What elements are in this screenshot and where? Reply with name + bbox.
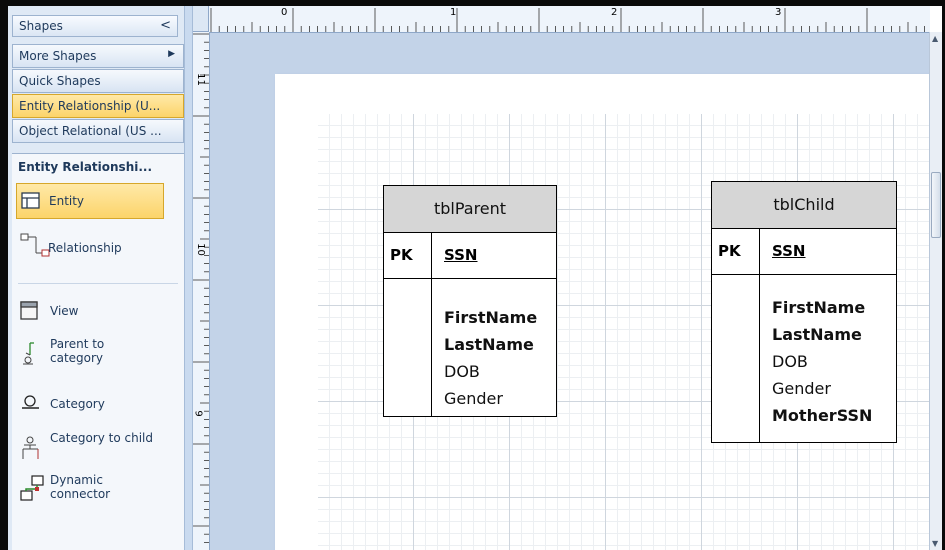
attribute: DOB	[444, 362, 480, 381]
stencil-more-shapes[interactable]: More Shapes ▶	[12, 44, 184, 68]
stencil-shapes-area: Entity Relationship View Parent to categ…	[12, 179, 184, 550]
visio-window: Shapes < More Shapes ▶ Quick Shapes Enti…	[0, 0, 945, 550]
entity-title: tblChild	[712, 182, 896, 229]
window-frame-left	[0, 0, 8, 550]
shapes-pane-header[interactable]: Shapes <	[12, 15, 178, 37]
shape-parent-to-category[interactable]: Parent to category	[16, 335, 164, 371]
attribute: MotherSSN	[772, 406, 873, 425]
attribute: LastName	[772, 325, 862, 344]
shape-label: Category	[50, 397, 105, 411]
shapes-pane: Shapes < More Shapes ▶ Quick Shapes Enti…	[8, 6, 185, 550]
attribute: LastName	[444, 335, 534, 354]
category-to-child-icon	[22, 436, 39, 459]
stencil-entity-relationship[interactable]: Entity Relationship (U...	[12, 94, 184, 118]
entity-attributes: FirstName LastName DOB Gender MotherSSN	[772, 294, 872, 429]
entity-pk-row: PK SSN	[384, 232, 556, 279]
entity-divider	[759, 228, 760, 442]
stencil-label: Entity Relationship (U...	[19, 99, 161, 113]
vertical-ruler[interactable]: 11 10 9	[193, 32, 210, 550]
ruler-label: 10	[194, 243, 206, 256]
dynamic-connector-icon	[20, 475, 44, 501]
stencil-label: Quick Shapes	[19, 74, 101, 88]
shape-label: View	[50, 304, 79, 318]
shape-view[interactable]: View	[16, 299, 164, 325]
attribute: Gender	[772, 379, 831, 398]
active-stencil-title-text: Entity Relationshi...	[18, 160, 153, 174]
submenu-arrow-icon: ▶	[168, 49, 175, 59]
stencil-label: Object Relational (US ...	[19, 124, 162, 138]
ruler-origin[interactable]	[193, 6, 209, 32]
shape-dynamic-connector[interactable]: Dynamic connector	[16, 471, 164, 507]
scrollbar-thumb[interactable]	[931, 172, 941, 238]
vertical-scrollbar[interactable]: ▲ ▼	[929, 32, 942, 550]
shape-relationship[interactable]: Relationship	[16, 231, 164, 267]
stencil-quick-shapes[interactable]: Quick Shapes	[12, 69, 184, 93]
entity-icon	[21, 192, 40, 209]
scroll-up-icon[interactable]: ▲	[932, 34, 938, 43]
attribute: Gender	[444, 389, 503, 408]
shape-label: Parent to category	[50, 337, 105, 365]
entity-attributes: FirstName LastName DOB Gender	[444, 304, 537, 412]
scroll-down-icon[interactable]: ▼	[932, 539, 938, 548]
ruler-label: 3	[775, 7, 782, 18]
entity-divider	[431, 232, 432, 416]
entity-tblchild[interactable]: tblChild PK SSN FirstName LastName DOB G…	[711, 181, 897, 443]
drawing-page[interactable]: tblParent PK SSN FirstName LastName DOB …	[275, 74, 929, 550]
parent-to-category-icon	[23, 342, 34, 365]
drawing-canvas[interactable]: tblParent PK SSN FirstName LastName DOB …	[210, 33, 929, 550]
pk-label: PK	[390, 246, 413, 264]
shapes-pane-title: Shapes	[19, 19, 63, 33]
shape-label: Dynamic connector	[50, 473, 111, 501]
ruler-label: 0	[281, 7, 288, 18]
shape-label: Category to child	[50, 431, 153, 445]
ruler-label: 11	[194, 73, 206, 86]
category-icon	[22, 395, 39, 409]
ruler-label: 9	[193, 410, 204, 417]
shapes-separator	[18, 283, 178, 284]
attribute: DOB	[772, 352, 808, 371]
horizontal-ruler[interactable]: 0 1 2 3	[209, 6, 930, 33]
vertical-ruler-ticks	[193, 33, 209, 543]
pk-field: SSN	[772, 242, 806, 260]
pk-field: SSN	[444, 246, 478, 264]
attribute: FirstName	[772, 298, 866, 317]
shape-entity[interactable]: Entity	[16, 183, 164, 219]
pk-label: PK	[718, 242, 741, 260]
collapse-pane-icon[interactable]: <	[160, 18, 171, 33]
pane-splitter[interactable]	[184, 6, 193, 550]
entity-tblparent[interactable]: tblParent PK SSN FirstName LastName DOB …	[383, 185, 557, 417]
attribute: FirstName	[444, 308, 538, 327]
stencil-label: More Shapes	[19, 49, 97, 63]
entity-title: tblParent	[384, 186, 556, 233]
shape-category-to-child[interactable]: Category to child	[16, 429, 164, 465]
active-stencil-title: Entity Relationshi...	[12, 153, 184, 179]
shape-label: Entity	[49, 194, 85, 208]
view-icon	[20, 301, 38, 320]
ruler-label: 2	[611, 7, 618, 18]
shape-category[interactable]: Category	[16, 391, 164, 417]
entity-pk-row: PK SSN	[712, 228, 896, 275]
stencil-object-relational[interactable]: Object Relational (US ...	[12, 119, 184, 143]
ruler-label: 1	[450, 7, 457, 18]
shape-label: Relationship	[48, 241, 122, 255]
horizontal-ruler-ticks	[210, 8, 925, 32]
